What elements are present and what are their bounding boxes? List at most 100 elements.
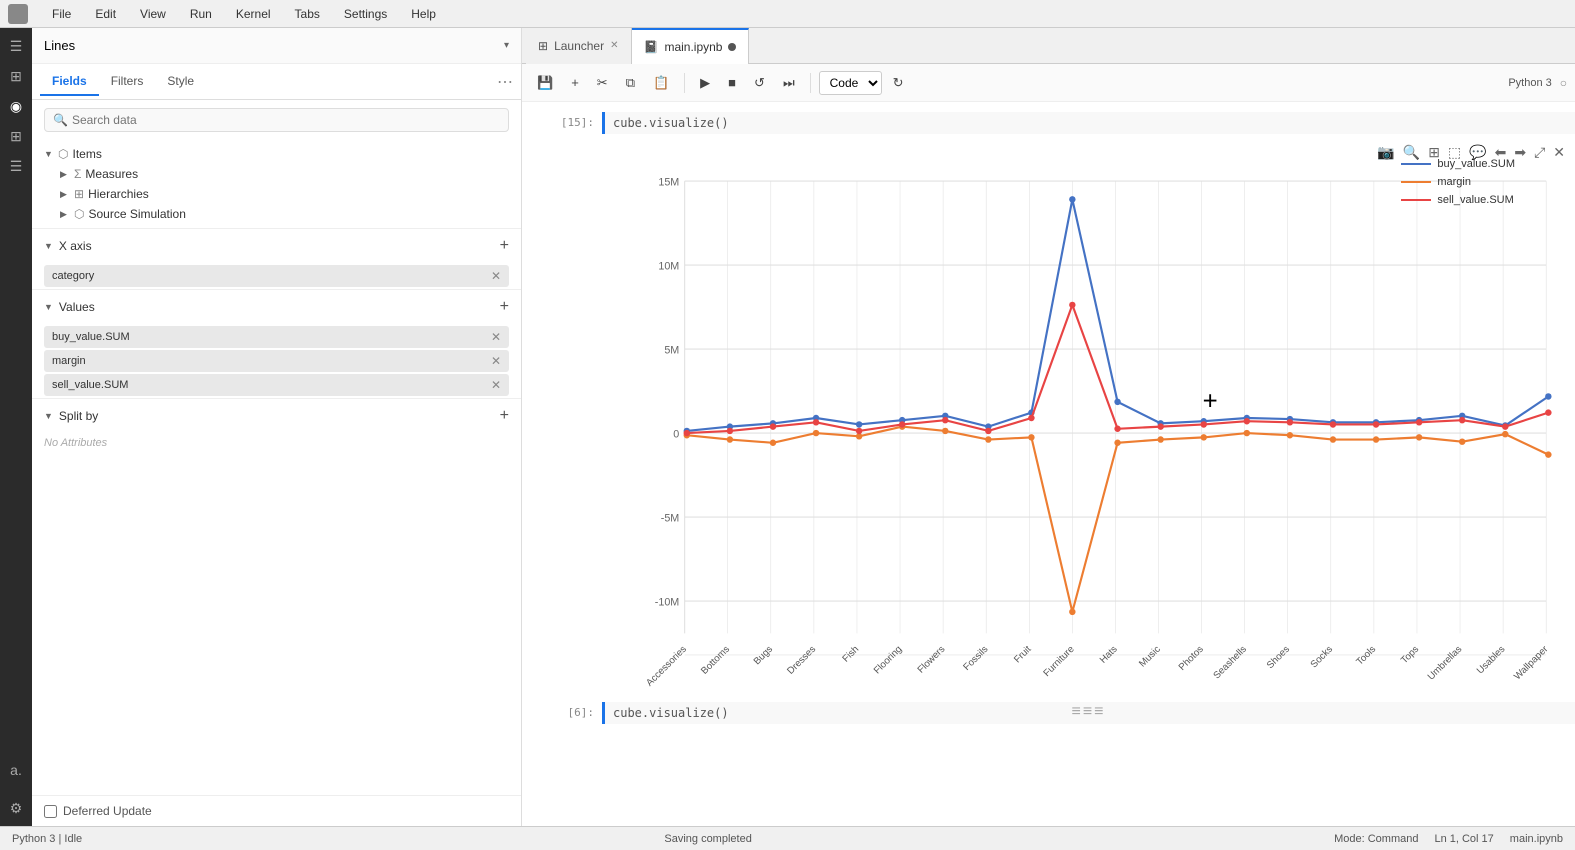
tree-hier-arrow-icon: ▶ bbox=[60, 189, 70, 200]
split-by-header[interactable]: ▼ Split by + bbox=[32, 399, 521, 433]
notebook-tabbar: ⊞ Launcher ✕ 📓 main.ipynb bbox=[522, 28, 1575, 64]
tree-hierarchies[interactable]: ▶ ⊞ Hierarchies bbox=[32, 184, 521, 204]
run-button[interactable]: ▶ bbox=[693, 71, 717, 95]
svg-text:0: 0 bbox=[673, 428, 679, 440]
menu-settings[interactable]: Settings bbox=[340, 5, 391, 23]
buy-value-remove-icon[interactable]: ✕ bbox=[491, 330, 501, 344]
tab-fields[interactable]: Fields bbox=[40, 68, 99, 96]
status-right: Mode: Command Ln 1, Col 17 main.ipynb bbox=[1334, 833, 1563, 845]
sidebar-plugin-icon[interactable]: ⚙ bbox=[4, 796, 28, 820]
comment-icon[interactable]: 💬 bbox=[1467, 142, 1488, 163]
notebook-icon: 📓 bbox=[644, 40, 659, 54]
margin-dot-fossils bbox=[985, 436, 991, 442]
menu-help[interactable]: Help bbox=[407, 5, 440, 23]
search-input[interactable] bbox=[72, 113, 500, 127]
cell-15-code[interactable]: cube.visualize() bbox=[602, 112, 1575, 134]
tab-notebook[interactable]: 📓 main.ipynb bbox=[632, 28, 750, 64]
launcher-close-icon[interactable]: ✕ bbox=[610, 40, 618, 51]
x-axis-section: ▼ X axis + category ✕ bbox=[32, 228, 521, 289]
margin-dot-umbrellas bbox=[1459, 438, 1465, 444]
notebook-label: main.ipynb bbox=[664, 40, 722, 54]
x-axis-add-icon[interactable]: + bbox=[500, 237, 509, 255]
tree-source-simulation[interactable]: ▶ ⬡ Source Simulation bbox=[32, 204, 521, 224]
launcher-label: Launcher bbox=[554, 39, 604, 53]
sell-value-remove-icon[interactable]: ✕ bbox=[491, 378, 501, 392]
x-axis-category-tag[interactable]: category ✕ bbox=[44, 265, 509, 287]
category-remove-icon[interactable]: ✕ bbox=[491, 269, 501, 283]
tree-folder-icon: ⬡ bbox=[58, 147, 68, 161]
zoom-icon[interactable]: 🔍 bbox=[1401, 142, 1422, 163]
values-add-icon[interactable]: + bbox=[500, 298, 509, 316]
paste-button[interactable]: 📋 bbox=[646, 71, 676, 95]
refresh-button[interactable]: ↻ bbox=[886, 71, 911, 95]
fields-panel: Lines ▾ Fields Filters Style ⋯ 🔍 ▼ ⬡ Ite… bbox=[32, 28, 522, 826]
split-by-section: ▼ Split by + No Attributes bbox=[32, 398, 521, 453]
legend-sell-label: sell_value.SUM bbox=[1437, 194, 1513, 206]
line-chart-svg: 15M 10M 5M 0 -5M -10M Accessories Bottom… bbox=[602, 138, 1575, 698]
chart-container[interactable]: 📷 🔍 ⊞ ⬚ 💬 ⬅ ➡ ⤢ ✕ bbox=[602, 138, 1575, 698]
svg-text:Wallpaper: Wallpaper bbox=[1512, 643, 1551, 682]
crosshair-add-icon[interactable]: ⊞ bbox=[1426, 142, 1442, 163]
menu-kernel[interactable]: Kernel bbox=[232, 5, 275, 23]
tree-root-items[interactable]: ▼ ⬡ Items bbox=[32, 144, 521, 164]
fast-forward-button[interactable]: ⏭ bbox=[776, 71, 802, 95]
sidebar-docs-icon[interactable]: ☰ bbox=[4, 154, 28, 178]
margin-dot-furniture bbox=[1069, 609, 1075, 615]
svg-text:Accessories: Accessories bbox=[644, 644, 689, 689]
menu-tabs[interactable]: Tabs bbox=[291, 5, 324, 23]
svg-text:Tools: Tools bbox=[1354, 644, 1378, 668]
lasso-icon[interactable]: ⬚ bbox=[1446, 142, 1463, 163]
cell-type-select[interactable]: Code bbox=[819, 71, 882, 95]
restart-button[interactable]: ↺ bbox=[747, 71, 772, 95]
launcher-icon: ⊞ bbox=[538, 39, 548, 53]
tab-launcher[interactable]: ⊞ Launcher ✕ bbox=[526, 28, 632, 64]
tab-style[interactable]: Style bbox=[155, 68, 206, 96]
svg-text:Bugs: Bugs bbox=[752, 644, 776, 668]
app-icon bbox=[8, 4, 28, 24]
save-button[interactable]: 💾 bbox=[530, 71, 560, 95]
notebook-toolbar: 💾 + ✂ ⧉ 📋 ▶ ■ ↺ ⏭ Code ↻ Python 3 ○ bbox=[522, 64, 1575, 102]
values-header[interactable]: ▼ Values + bbox=[32, 290, 521, 324]
menu-file[interactable]: File bbox=[48, 5, 75, 23]
split-by-expand-icon: ▼ bbox=[44, 411, 53, 421]
x-axis-header[interactable]: ▼ X axis + bbox=[32, 229, 521, 263]
camera-icon[interactable]: 📷 bbox=[1375, 142, 1396, 163]
deferred-checkbox[interactable] bbox=[44, 805, 57, 818]
sidebar-files-icon[interactable]: ☰ bbox=[4, 34, 28, 58]
sell-dot-accessories bbox=[684, 430, 690, 436]
menu-edit[interactable]: Edit bbox=[91, 5, 120, 23]
main-layout: ☰ ⊞ ◉ ⊞ ☰ a. ⚙ Lines ▾ Fields Filters St… bbox=[0, 28, 1575, 826]
sell-dot-fish bbox=[856, 428, 862, 434]
cursor-crosshair: + bbox=[1203, 387, 1218, 415]
sidebar-data-icon[interactable]: ◉ bbox=[4, 94, 28, 118]
values-label: Values bbox=[59, 300, 95, 314]
sidebar-grid-icon[interactable]: ⊞ bbox=[4, 124, 28, 148]
close-chart-icon[interactable]: ✕ bbox=[1551, 142, 1567, 163]
add-cell-button[interactable]: + bbox=[564, 71, 586, 94]
margin-tag[interactable]: margin ✕ bbox=[44, 350, 509, 372]
menu-run[interactable]: Run bbox=[186, 5, 216, 23]
sidebar-user-icon[interactable]: a. bbox=[4, 758, 28, 782]
stop-button[interactable]: ■ bbox=[721, 71, 743, 94]
menu-view[interactable]: View bbox=[136, 5, 170, 23]
expand-icon[interactable]: ⤢ bbox=[1532, 142, 1547, 163]
margin-dot-dresses bbox=[813, 430, 819, 436]
copy-button[interactable]: ⧉ bbox=[619, 71, 642, 95]
tree-child-arrow-icon: ▶ bbox=[60, 169, 70, 180]
margin-remove-icon[interactable]: ✕ bbox=[491, 354, 501, 368]
buy-value-tag[interactable]: buy_value.SUM ✕ bbox=[44, 326, 509, 348]
panel-header[interactable]: Lines ▾ bbox=[32, 28, 521, 64]
arrow-left-icon[interactable]: ⬅ bbox=[1493, 142, 1509, 163]
arrow-right-icon[interactable]: ➡ bbox=[1512, 142, 1528, 163]
tab-filters[interactable]: Filters bbox=[99, 68, 156, 96]
sell-value-tag[interactable]: sell_value.SUM ✕ bbox=[44, 374, 509, 396]
hierarchies-label: Hierarchies bbox=[88, 187, 149, 201]
svg-text:Fruit: Fruit bbox=[1012, 644, 1034, 666]
sell-dot-fossils bbox=[985, 428, 991, 434]
split-by-add-icon[interactable]: + bbox=[500, 407, 509, 425]
tree-measures[interactable]: ▶ Σ Measures bbox=[32, 164, 521, 184]
cut-button[interactable]: ✂ bbox=[590, 71, 615, 95]
sidebar-search-icon[interactable]: ⊞ bbox=[4, 64, 28, 88]
no-attributes-label: No Attributes bbox=[32, 433, 521, 453]
panel-more-icon[interactable]: ⋯ bbox=[497, 72, 513, 92]
